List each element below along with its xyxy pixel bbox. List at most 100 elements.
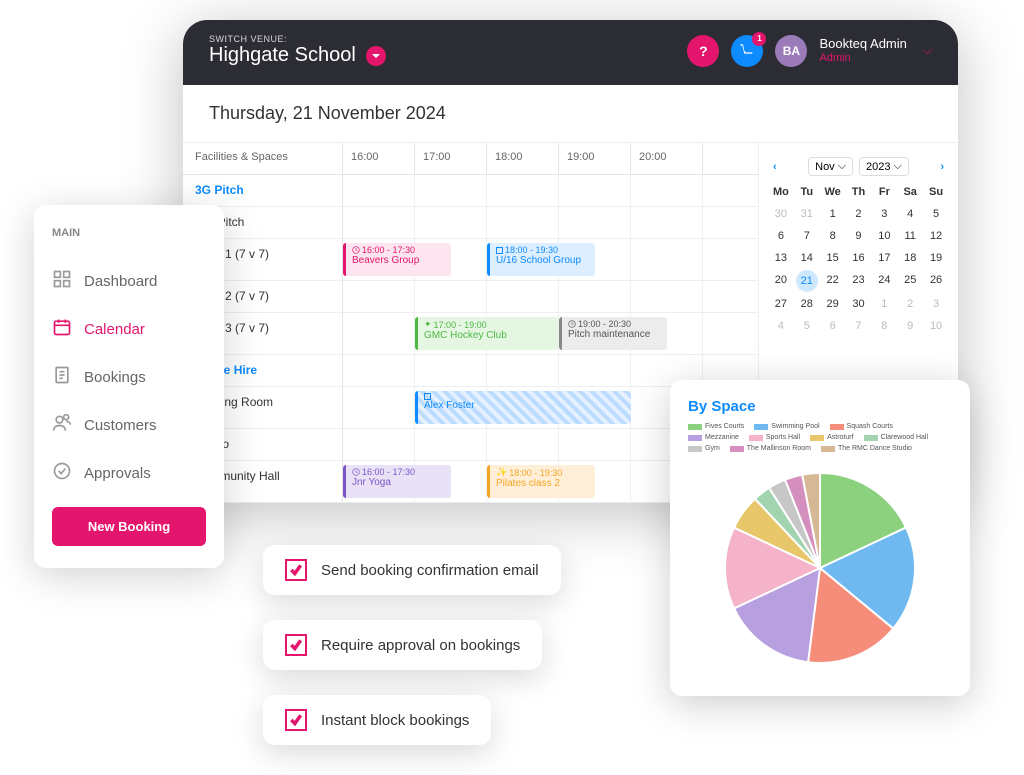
weekday-header: We [821,182,845,202]
time-column-header: 16:00 [343,143,415,174]
legend-item: Astroturf [810,434,853,441]
calendar-day[interactable]: 1 [821,204,845,224]
next-month-button[interactable]: › [936,161,948,173]
calendar-day[interactable]: 4 [769,316,793,336]
calendar-day[interactable]: 27 [769,294,793,314]
weekday-header: Tu [795,182,819,202]
calendar-day[interactable]: 2 [847,204,871,224]
chevron-down-icon[interactable] [366,46,386,66]
chevron-down-icon[interactable]: ⌵ [923,43,932,58]
calendar-day[interactable]: 3 [872,204,896,224]
weekday-header: Th [847,182,871,202]
calendar-day[interactable]: 2 [898,294,922,314]
calendar-day[interactable]: 25 [898,270,922,292]
calendar-day[interactable]: 31 [795,204,819,224]
sidebar: MAIN DashboardCalendarBookingsCustomersA… [34,205,224,568]
calendar-day[interactable]: 1 [872,294,896,314]
calendar-day[interactable]: 28 [795,294,819,314]
sidebar-item-calendar[interactable]: Calendar [52,305,206,353]
approvals-icon [52,461,72,485]
schedule-row: 3G Pitch [183,175,758,207]
booking-block[interactable]: 16:00 - 17:30Beavers Group [343,243,451,276]
user-name: Bookteq Admin [819,36,906,52]
checkbox-checked-icon[interactable] [285,634,307,656]
calendar-day[interactable]: 30 [769,204,793,224]
legend-item: Clarewood Hall [864,434,928,441]
facilities-column-header: Facilities & Spaces [183,143,343,174]
booking-block[interactable]: 19:00 - 20:30Pitch maintenance [559,317,667,350]
time-column-header: 17:00 [415,143,487,174]
sidebar-item-bookings[interactable]: Bookings [52,353,206,401]
calendar-day[interactable]: 8 [821,226,845,246]
calendar-day[interactable]: 8 [872,316,896,336]
calendar-day[interactable]: 6 [769,226,793,246]
help-button[interactable]: ? [687,35,719,67]
sidebar-item-approvals[interactable]: Approvals [52,449,206,497]
calendar-day[interactable]: 16 [847,248,871,268]
calendar-day[interactable]: 22 [821,270,845,292]
booking-block[interactable]: 18:00 - 19:30U/16 School Group [487,243,595,276]
calendar-day[interactable]: 17 [872,248,896,268]
setting-pill: Instant block bookings [263,695,491,745]
legend-item: Squash Courts [830,423,893,430]
pill-label: Send booking confirmation email [321,562,539,579]
weekday-header: Sa [898,182,922,202]
sidebar-item-customers[interactable]: Customers [52,401,206,449]
calendar-day[interactable]: 7 [795,226,819,246]
calendar-day[interactable]: 15 [821,248,845,268]
schedule-row: Pitch 1 (7 v 7)16:00 - 17:30Beavers Grou… [183,239,758,281]
venue-name: Highgate School [209,44,356,67]
setting-pill: Require approval on bookings [263,620,542,670]
calendar-day[interactable]: 12 [924,226,948,246]
calendar-day[interactable]: 13 [769,248,793,268]
calendar-day[interactable]: 18 [898,248,922,268]
calendar-day[interactable]: 3 [924,294,948,314]
user-menu[interactable]: Bookteq Admin Admin [819,36,906,65]
booking-block[interactable]: Alex Foster [415,391,631,424]
calendar-day[interactable]: 30 [847,294,871,314]
calendar-day[interactable]: 26 [924,270,948,292]
new-booking-button[interactable]: New Booking [52,507,206,546]
schedule-row: Full Pitch [183,207,758,239]
calendar-day[interactable]: 29 [821,294,845,314]
calendar-day[interactable]: 9 [847,226,871,246]
weekday-header: Mo [769,182,793,202]
legend-item: The RMC Dance Studio [821,445,912,452]
year-select[interactable]: 2023⌵ [859,157,909,176]
venue-switcher[interactable]: SWITCH VENUE: Highgate School [209,34,386,67]
calendar-day[interactable]: 7 [847,316,871,336]
calendar-day[interactable]: 19 [924,248,948,268]
sidebar-item-dashboard[interactable]: Dashboard [52,257,206,305]
schedule-row: Pitch 2 (7 v 7) [183,281,758,313]
calendar-day[interactable]: 14 [795,248,819,268]
checkbox-checked-icon[interactable] [285,559,307,581]
calendar-day[interactable]: 10 [872,226,896,246]
prev-month-button[interactable]: ‹ [769,161,781,173]
cart-button[interactable]: 1 [731,35,763,67]
schedule-row: Pitch 3 (7 v 7)✦17:00 - 19:00GMC Hockey … [183,313,758,355]
avatar[interactable]: BA [775,35,807,67]
date-header: Thursday, 21 November 2024 [183,85,958,143]
calendar-day[interactable]: 24 [872,270,896,292]
cart-badge: 1 [752,32,766,46]
calendar-day[interactable]: 20 [769,270,793,292]
calendar-day[interactable]: 21 [796,270,818,292]
weekday-header: Su [924,182,948,202]
legend-item: Gym [688,445,720,452]
booking-block[interactable]: ✨18:00 - 19:30Pilates class 2 [487,465,595,498]
calendar-day[interactable]: 5 [795,316,819,336]
booking-block[interactable]: 16:00 - 17:30Jnr Yoga [343,465,451,498]
calendar-day[interactable]: 4 [898,204,922,224]
calendar-day[interactable]: 6 [821,316,845,336]
calendar-day[interactable]: 9 [898,316,922,336]
checkbox-checked-icon[interactable] [285,709,307,731]
user-role: Admin [819,52,906,65]
calendar-day[interactable]: 5 [924,204,948,224]
calendar-day[interactable]: 11 [898,226,922,246]
calendar-day[interactable]: 10 [924,316,948,336]
calendar-day[interactable]: 23 [847,270,871,292]
time-column-header: 18:00 [487,143,559,174]
booking-block[interactable]: ✦17:00 - 19:00GMC Hockey Club [415,317,559,350]
switch-venue-label: SWITCH VENUE: [209,34,386,44]
month-select[interactable]: Nov⌵ [808,157,853,176]
